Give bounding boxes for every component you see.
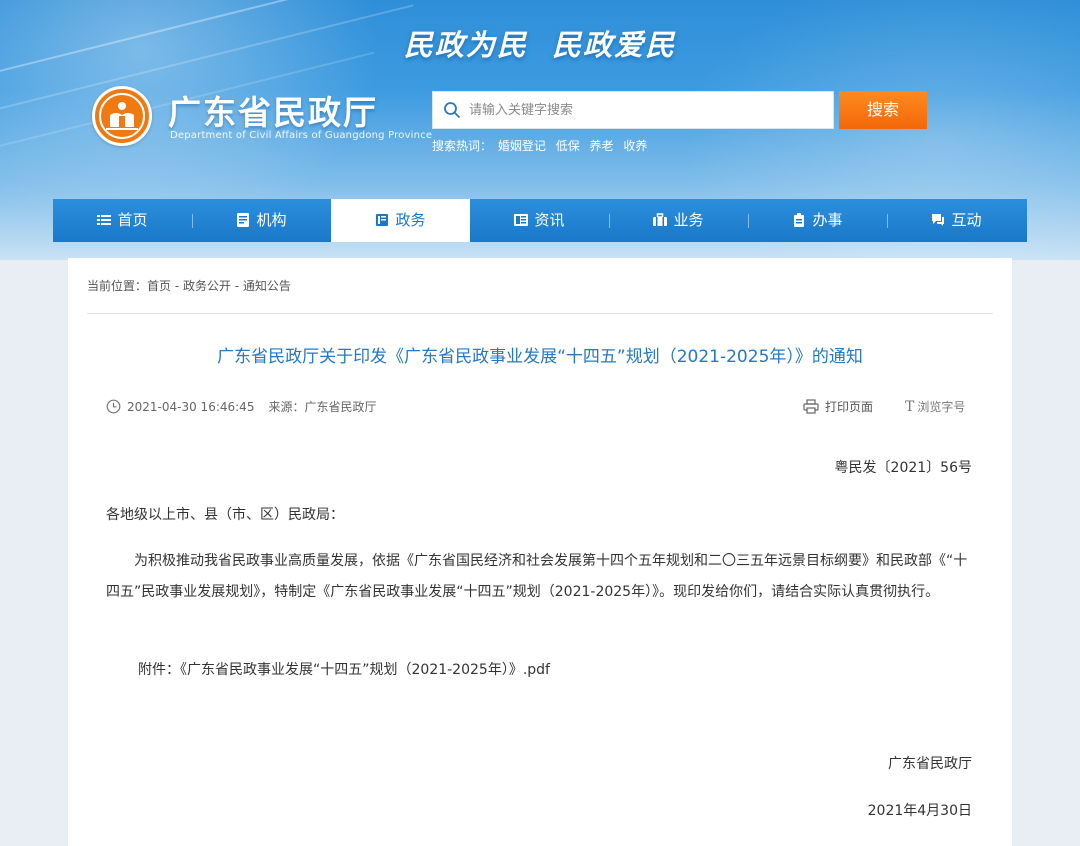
nav-item-services[interactable]: 办事 [748, 199, 887, 242]
nav-item-label: 政务 [395, 211, 426, 229]
nav-item-label: 资讯 [534, 211, 565, 229]
clock-icon [106, 399, 121, 414]
newspaper-icon [514, 214, 529, 226]
signature: 广东省民政厅 [888, 756, 972, 772]
nav-item-business[interactable]: 业务 [609, 199, 748, 242]
article-card: 当前位置：首页 - 政务公开 - 通知公告 广东省民政厅关于印发《广东省民政事业… [68, 258, 1012, 846]
print-page-button[interactable]: 打印页面 [803, 398, 873, 415]
site-name-english: Department of Civil Affairs of Guangdong… [170, 130, 433, 141]
nav-item-label: 首页 [117, 211, 148, 229]
nav-item-label: 办事 [812, 211, 843, 229]
salutation: 各地级以上市、县（市、区）民政局： [106, 507, 344, 523]
hot-word-link[interactable]: 低保 [556, 139, 580, 153]
main-nav: 首页 机构 政务 资讯 业务 办事 互动 [53, 199, 1027, 242]
hot-word-link[interactable]: 收养 [623, 139, 647, 153]
hot-words-label: 搜索热词： [432, 139, 493, 153]
print-page-label: 打印页面 [825, 400, 874, 414]
site-logo[interactable] [92, 86, 152, 146]
search-button[interactable]: 搜索 [839, 91, 927, 129]
attachment-label: 附件： [138, 662, 180, 678]
nav-item-label: 机构 [256, 211, 287, 229]
article-source: 来源：广东省民政厅 [268, 400, 377, 414]
nav-item-organization[interactable]: 机构 [192, 199, 331, 242]
hot-words: 搜索热词： 婚姻登记 低保 养老 收养 [432, 137, 653, 154]
document-number: 粤民发〔2021〕56号 [834, 460, 972, 476]
nav-item-home[interactable]: 首页 [53, 199, 192, 242]
font-size-button[interactable]: T 浏览字号 [905, 398, 965, 415]
divider [87, 313, 993, 314]
printer-icon [803, 399, 819, 414]
article-meta: 2021-04-30 16:46:45 来源：广东省民政厅 [106, 398, 376, 415]
signature-date: 2021年4月30日 [867, 803, 972, 819]
list-icon [97, 215, 112, 225]
breadcrumb[interactable]: 当前位置：首页 - 政务公开 - 通知公告 [87, 277, 291, 294]
hot-word-link[interactable]: 养老 [590, 139, 614, 153]
slogan: 民政为民 民政爱民 [403, 28, 677, 62]
document-icon [237, 213, 250, 227]
site-name[interactable]: 广东省民政厅 [168, 86, 378, 134]
book-icon [376, 214, 389, 226]
nav-item-news[interactable]: 资讯 [470, 199, 609, 242]
search-box [432, 91, 834, 129]
search-icon [444, 102, 460, 118]
attachment: 附件：《广东省民政事业发展“十四五”规划（2021-2025年）》.pdf [138, 659, 550, 679]
briefcase-icon [653, 213, 668, 226]
nav-item-government-affairs[interactable]: 政务 [331, 199, 470, 242]
article-body: 为积极推动我省民政事业高质量发展，依据《广东省国民经济和社会发展第十四个五年规划… [106, 553, 968, 600]
font-size-label: 浏览字号 [917, 400, 966, 414]
font-size-icon: T [905, 399, 915, 415]
nav-item-label: 业务 [673, 211, 704, 229]
hot-word-link[interactable]: 婚姻登记 [498, 139, 546, 153]
emblem-icon [99, 93, 145, 139]
nav-item-label: 互动 [951, 211, 982, 229]
attachment-link[interactable]: 《广东省民政事业发展“十四五”规划（2021-2025年）》.pdf [180, 662, 550, 678]
clipboard-icon [794, 213, 805, 227]
article-title: 广东省民政厅关于印发《广东省民政事业发展“十四五”规划（2021-2025年）》… [217, 347, 863, 367]
search-input[interactable] [469, 92, 829, 128]
nav-item-interaction[interactable]: 互动 [887, 199, 1026, 242]
chat-icon [932, 214, 945, 226]
publish-datetime: 2021-04-30 16:46:45 [127, 400, 255, 414]
